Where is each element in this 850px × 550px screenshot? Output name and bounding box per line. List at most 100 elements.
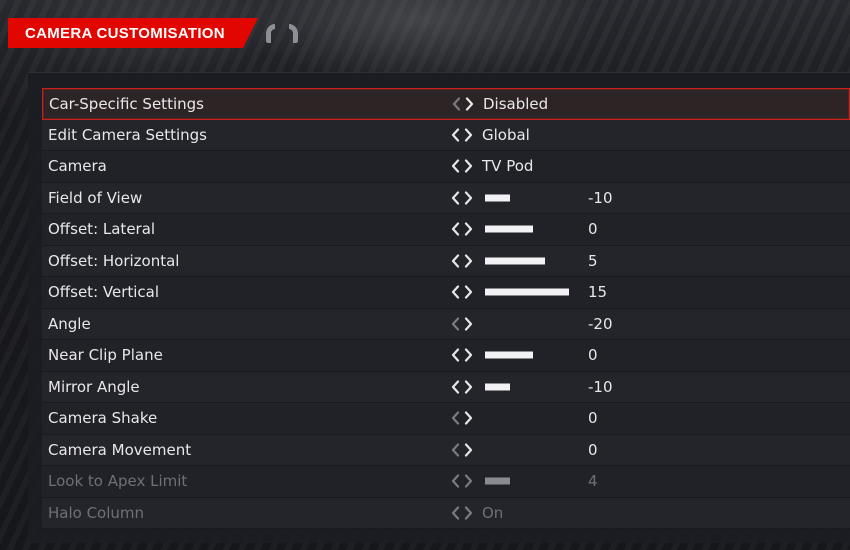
chevron-left-icon[interactable] [451,411,460,425]
chevron-left-icon[interactable] [451,380,460,394]
setting-row[interactable]: Camera Shake 0 [42,403,850,435]
setting-label: Camera [48,157,107,176]
value-selector[interactable] [452,97,474,111]
setting-row[interactable]: Angle -20 [42,308,850,340]
chevron-right-icon[interactable] [464,506,473,520]
value-slider[interactable] [485,477,569,485]
setting-row[interactable]: Halo Column On [42,497,850,529]
setting-label: Offset: Vertical [48,283,160,302]
setting-row[interactable]: Offset: Vertical 15 [42,277,850,309]
setting-label: Offset: Horizontal [48,251,180,270]
value-slider[interactable] [485,383,569,391]
setting-label: Near Clip Plane [48,346,163,365]
slider-fill [485,288,569,296]
setting-value: Global [482,125,530,144]
setting-row[interactable]: Car-Specific Settings Disabled [42,88,850,120]
chevron-right-icon[interactable] [464,317,473,331]
value-selector[interactable] [451,222,473,236]
setting-number: 0 [588,220,598,239]
setting-number: -20 [588,314,613,333]
chevron-left-icon[interactable] [451,474,460,488]
setting-label: Halo Column [48,503,145,522]
value-selector[interactable] [451,506,473,520]
value-selector[interactable] [451,254,473,268]
chevron-right-icon[interactable] [464,443,473,457]
setting-row[interactable]: Look to Apex Limit 4 [42,466,850,498]
setting-number: 4 [588,472,598,491]
value-selector[interactable] [451,474,473,488]
setting-label: Look to Apex Limit [48,472,188,491]
value-slider[interactable] [485,446,569,453]
chevron-right-icon[interactable] [464,191,473,205]
slider-fill [485,225,533,233]
chevron-right-icon[interactable] [464,254,473,268]
chevron-left-icon[interactable] [451,317,460,331]
value-slider[interactable] [485,351,569,359]
setting-row[interactable]: Offset: Horizontal 5 [42,245,850,277]
chevron-right-icon[interactable] [464,222,473,236]
setting-number: -10 [588,377,613,396]
chevron-left-icon[interactable] [451,254,460,268]
chevron-right-icon[interactable] [464,411,473,425]
chevron-right-icon[interactable] [464,285,473,299]
value-selector[interactable] [451,159,473,173]
setting-number: -10 [588,188,613,207]
value-slider[interactable] [485,320,569,327]
chevron-left-icon[interactable] [451,191,460,205]
setting-number: 0 [588,409,598,428]
bumper-icons [264,22,300,44]
chevron-left-icon[interactable] [451,443,460,457]
chevron-right-icon[interactable] [464,348,473,362]
setting-label: Field of View [48,188,143,207]
value-slider[interactable] [485,415,569,422]
chevron-left-icon[interactable] [452,97,461,111]
value-selector[interactable] [451,285,473,299]
value-selector[interactable] [451,443,473,457]
chevron-right-icon[interactable] [464,128,473,142]
value-selector[interactable] [451,317,473,331]
chevron-left-icon[interactable] [451,128,460,142]
value-slider[interactable] [485,257,569,265]
setting-value: Disabled [483,94,549,113]
slider-fill [485,477,511,485]
setting-row[interactable]: Near Clip Plane 0 [42,340,850,372]
setting-number: 0 [588,346,598,365]
chevron-left-icon[interactable] [451,159,460,173]
chevron-left-icon[interactable] [451,222,460,236]
chevron-right-icon[interactable] [465,97,474,111]
setting-label: Angle [48,314,91,333]
value-selector[interactable] [451,348,473,362]
value-slider[interactable] [485,288,569,296]
setting-number: 5 [588,251,598,270]
chevron-left-icon[interactable] [451,285,460,299]
setting-label: Mirror Angle [48,377,140,396]
chevron-left-icon[interactable] [451,506,460,520]
setting-row[interactable]: Mirror Angle -10 [42,371,850,403]
setting-label: Car-Specific Settings [49,94,204,113]
value-selector[interactable] [451,128,473,142]
setting-row[interactable]: Camera Movement 0 [42,434,850,466]
setting-value: On [482,503,504,522]
slider-fill [485,257,545,265]
setting-row[interactable]: Offset: Lateral 0 [42,214,850,246]
screen-title-tab: CAMERA CUSTOMISATION [8,18,258,48]
right-bumper-icon[interactable] [285,22,300,44]
setting-row[interactable]: Camera TV Pod [42,151,850,183]
value-slider[interactable] [485,194,569,202]
left-bumper-icon[interactable] [264,22,279,44]
chevron-right-icon[interactable] [464,380,473,394]
setting-row[interactable]: Field of View -10 [42,182,850,214]
value-selector[interactable] [451,380,473,394]
settings-panel: Car-Specific Settings Disabled Edit Camera… [28,72,850,543]
chevron-right-icon[interactable] [464,474,473,488]
chevron-right-icon[interactable] [464,159,473,173]
value-selector[interactable] [451,191,473,205]
chevron-left-icon[interactable] [451,348,460,362]
slider-fill [485,194,511,202]
value-slider[interactable] [485,225,569,233]
screen-title: CAMERA CUSTOMISATION [25,24,225,42]
slider-fill [485,351,533,359]
setting-row[interactable]: Edit Camera Settings Global [42,119,850,151]
value-selector[interactable] [451,411,473,425]
setting-number: 0 [588,440,598,459]
